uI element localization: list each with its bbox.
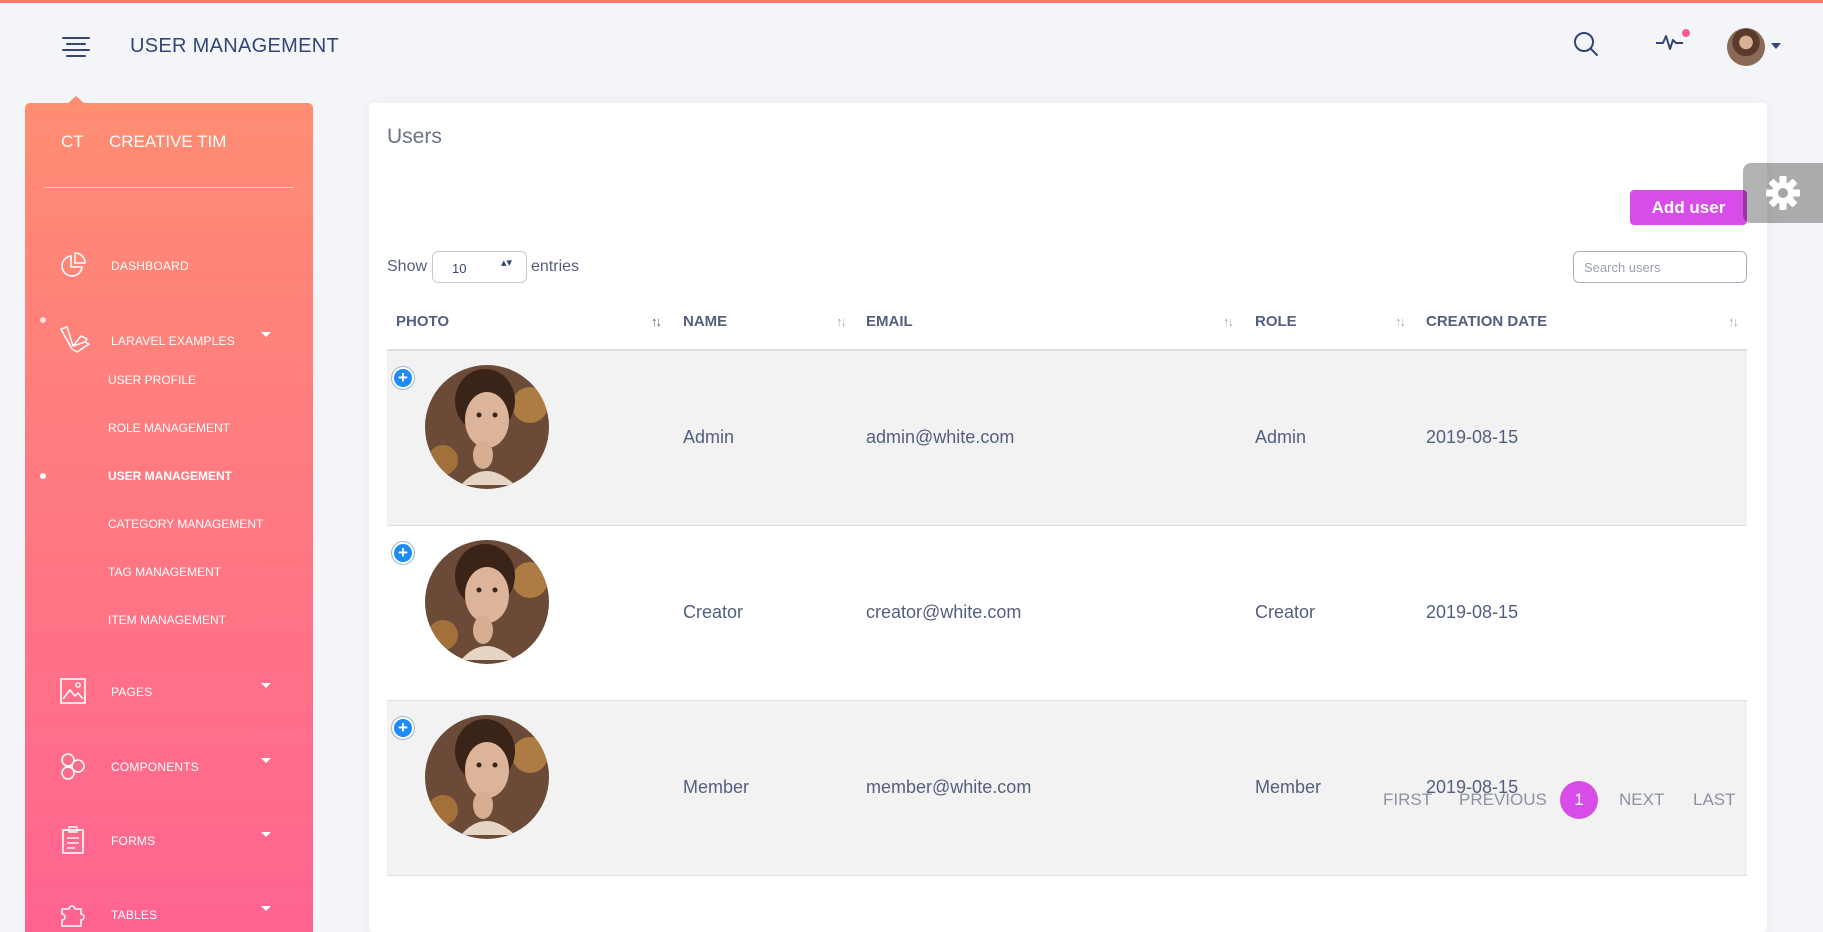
sidebar-subitem-item-management[interactable]: Item Management (108, 613, 226, 627)
column-header-creation-date[interactable]: Creation Date (1426, 313, 1547, 330)
user-email: member@white.com (866, 777, 1032, 797)
pagination-next[interactable]: Next (1619, 790, 1664, 810)
table-row: + Admin admin@white.com Admin 2019-08-15 (387, 351, 1747, 526)
sidebar-item-label: Laravel Examples (111, 334, 235, 348)
divider (44, 187, 294, 188)
sort-icon[interactable]: ↑↓ (1395, 314, 1406, 329)
settings-plugin[interactable] (1743, 163, 1823, 223)
pagination-page-current[interactable]: 1 (1560, 781, 1598, 819)
entries-value: 10 (452, 261, 467, 276)
puzzle-icon (59, 900, 87, 928)
notification-badge (1682, 29, 1690, 37)
sidebar-subitem-tag-management[interactable]: Tag Management (108, 565, 221, 579)
expand-row-icon[interactable]: + (392, 367, 414, 389)
column-header-email[interactable]: Email (866, 313, 913, 330)
expand-row-icon[interactable]: + (392, 542, 414, 564)
table-header: Photo ↑↓ Name ↑↓ Email ↑↓ Role ↑↓ Creati… (387, 291, 1747, 351)
sidebar-item-forms[interactable]: Forms (25, 820, 313, 860)
expand-row-icon[interactable]: + (392, 717, 414, 739)
caret-down-icon (261, 683, 271, 688)
caret-down-icon (261, 758, 271, 763)
user-creation-date: 2019-08-15 (1426, 602, 1519, 622)
user-photo (425, 365, 549, 489)
brand-mini-logo[interactable]: CT (61, 132, 101, 152)
user-email: creator@white.com (866, 602, 1022, 622)
sidebar-item-pages[interactable]: Pages (25, 671, 313, 711)
sidebar-subitem-user-profile[interactable]: User Profile (108, 373, 196, 387)
top-navbar: USER MANAGEMENT (0, 3, 1823, 83)
caret-down-icon (261, 332, 271, 337)
avatar[interactable] (1727, 28, 1765, 66)
sidebar-item-label: Dashboard (111, 259, 189, 273)
sort-icon[interactable]: ↑↓ (1223, 314, 1234, 329)
table-row: + Member member@white.com Member 2019-08… (387, 701, 1747, 876)
sidebar-item-label: Forms (111, 834, 156, 848)
add-user-button[interactable]: Add user (1630, 190, 1747, 225)
activity-icon[interactable] (1655, 31, 1685, 53)
user-name: Member (683, 777, 750, 797)
sort-icon[interactable]: ↑↓ (651, 314, 662, 329)
pagination-previous[interactable]: Previous (1459, 790, 1547, 810)
column-header-role[interactable]: Role (1255, 313, 1297, 330)
chart-pie-icon (59, 251, 87, 279)
sort-icon[interactable]: ↑↓ (1728, 314, 1739, 329)
clipboard-icon (59, 826, 87, 854)
sidebar-item-label: Tables (111, 908, 158, 922)
sidebar-item-tables[interactable]: Tables (25, 894, 313, 932)
user-name: Creator (683, 602, 744, 622)
caret-down-icon (261, 832, 271, 837)
sidebar-item-components[interactable]: Components (25, 746, 313, 786)
sidebar-subitem-user-management[interactable]: User Management (108, 469, 232, 483)
search-input[interactable] (1573, 251, 1747, 283)
pagination-first[interactable]: First (1383, 790, 1432, 810)
gear-icon[interactable] (1743, 163, 1823, 223)
sidebar-item-laravel-examples[interactable]: Laravel Examples (25, 320, 313, 360)
sidebar: CT CREATIVE TIM Dashboard Laravel Exampl… (25, 103, 313, 932)
brand-name[interactable]: CREATIVE TIM (109, 132, 226, 152)
user-role: Member (1255, 777, 1322, 797)
chevron-down-icon[interactable] (1771, 43, 1781, 49)
user-role: Creator (1255, 602, 1316, 622)
user-name: Admin (683, 427, 735, 447)
card-title: Users (387, 125, 442, 148)
sidebar-item-label: Pages (111, 685, 153, 699)
users-card: Users Add user Show 10 ▴▾ entries Photo … (369, 103, 1767, 932)
user-photo (425, 715, 549, 839)
page-title: USER MANAGEMENT (130, 35, 339, 57)
active-bullet (40, 473, 46, 479)
entries-select[interactable]: 10 ▴▾ (432, 251, 527, 283)
column-header-name[interactable]: Name (683, 313, 727, 330)
pagination-last[interactable]: Last (1693, 790, 1736, 810)
laravel-icon (59, 326, 90, 354)
sidebar-item-label: Components (111, 760, 200, 774)
table-row: + Creator creator@white.com Creator 2019… (387, 526, 1747, 701)
user-role: Admin (1255, 427, 1307, 447)
sidebar-subitem-role-management[interactable]: Role Management (108, 421, 230, 435)
image-icon (59, 677, 87, 705)
user-creation-date: 2019-08-15 (1426, 427, 1519, 447)
caret-down-icon (261, 906, 271, 911)
select-arrows-icon: ▴▾ (501, 257, 513, 269)
search-icon[interactable] (1572, 30, 1600, 58)
sidebar-subitem-category-management[interactable]: Category Management (108, 517, 263, 531)
menu-icon[interactable] (62, 37, 90, 59)
sort-icon[interactable]: ↑↓ (836, 314, 847, 329)
user-email: admin@white.com (866, 427, 1015, 447)
show-label: Show (387, 258, 428, 275)
sidebar-item-dashboard[interactable]: Dashboard (25, 245, 313, 285)
entries-label: entries (531, 258, 580, 275)
column-header-photo[interactable]: Photo (396, 313, 449, 330)
user-photo (425, 540, 549, 664)
components-icon (59, 752, 87, 780)
